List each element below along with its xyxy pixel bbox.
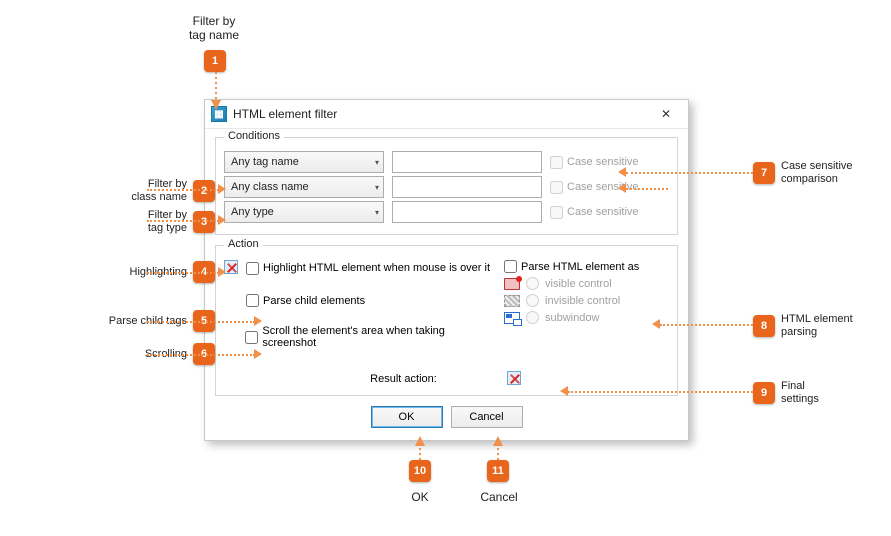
- chevron-down-icon: ▾: [375, 158, 379, 167]
- callout-1-label: Filter by tag name: [169, 14, 259, 42]
- conditions-legend: Conditions: [224, 130, 284, 142]
- tagname-select[interactable]: Any tag name ▾: [224, 151, 384, 173]
- highlight-state-icon: [224, 260, 240, 276]
- app-icon: ▦: [211, 106, 227, 122]
- close-button[interactable]: ✕: [650, 104, 682, 124]
- condition-row-type: Any type ▾ Case sensitive: [224, 201, 669, 223]
- callout-8-label: HTML element parsing: [781, 313, 853, 339]
- callout-7-label: Case sensitive comparison: [781, 160, 853, 186]
- type-case-checkbox[interactable]: Case sensitive: [550, 206, 639, 219]
- callout-9-badge: 9: [753, 382, 775, 404]
- callout-1-badge: 1: [204, 50, 226, 72]
- callout-10-label: OK: [395, 490, 445, 504]
- parse-child-checkbox[interactable]: Parse child elements: [246, 294, 365, 307]
- result-state-icon: [507, 371, 523, 387]
- radio-visible[interactable]: visible control: [504, 277, 669, 290]
- dialog-title: HTML element filter: [233, 107, 337, 121]
- callout-11-badge: 11: [487, 460, 509, 482]
- titlebar: ▦ HTML element filter ✕: [205, 100, 688, 129]
- action-legend: Action: [224, 238, 263, 250]
- scroll-checkbox[interactable]: Scroll the element's area when taking sc…: [245, 325, 492, 349]
- parse-as-checkbox[interactable]: Parse HTML element as: [504, 260, 639, 273]
- conditions-group: Conditions Any tag name ▾ Case sensitive…: [215, 137, 678, 235]
- classname-select-value: Any class name: [231, 181, 309, 193]
- subwindow-icon: [504, 312, 520, 324]
- callout-8-badge: 8: [753, 315, 775, 337]
- condition-row-tagname: Any tag name ▾ Case sensitive: [224, 151, 669, 173]
- dialog-window: ▦ HTML element filter ✕ Conditions Any t…: [204, 99, 689, 441]
- action-group: Action Highlight HTML element when mouse…: [215, 245, 678, 396]
- callout-7-badge: 7: [753, 162, 775, 184]
- radio-invisible[interactable]: invisible control: [504, 294, 669, 307]
- callout-2-badge: 2: [193, 180, 215, 202]
- callout-9-label: Final settings: [781, 380, 819, 406]
- radio-subwindow[interactable]: subwindow: [504, 311, 669, 324]
- type-select-value: Any type: [231, 206, 274, 218]
- chevron-down-icon: ▾: [375, 183, 379, 192]
- type-select[interactable]: Any type ▾: [224, 201, 384, 223]
- classname-select[interactable]: Any class name ▾: [224, 176, 384, 198]
- chevron-down-icon: ▾: [375, 208, 379, 217]
- tagname-input[interactable]: [392, 151, 542, 173]
- callout-11-label: Cancel: [471, 490, 527, 504]
- result-action-label: Result action:: [370, 373, 437, 385]
- cancel-button[interactable]: Cancel: [451, 406, 523, 428]
- classname-case-checkbox[interactable]: Case sensitive: [550, 181, 639, 194]
- callout-3-badge: 3: [193, 211, 215, 233]
- callout-3-label: Filter by tag type: [148, 209, 187, 235]
- callout-10-badge: 10: [409, 460, 431, 482]
- tagname-case-checkbox[interactable]: Case sensitive: [550, 156, 639, 169]
- condition-row-classname: Any class name ▾ Case sensitive: [224, 176, 669, 198]
- visible-control-icon: [504, 278, 520, 290]
- tagname-select-value: Any tag name: [231, 156, 299, 168]
- classname-input[interactable]: [392, 176, 542, 198]
- type-input[interactable]: [392, 201, 542, 223]
- callout-2-label: Filter by class name: [131, 178, 187, 204]
- ok-button[interactable]: OK: [371, 406, 443, 428]
- invisible-control-icon: [504, 295, 520, 307]
- highlight-checkbox[interactable]: Highlight HTML element when mouse is ove…: [246, 262, 490, 275]
